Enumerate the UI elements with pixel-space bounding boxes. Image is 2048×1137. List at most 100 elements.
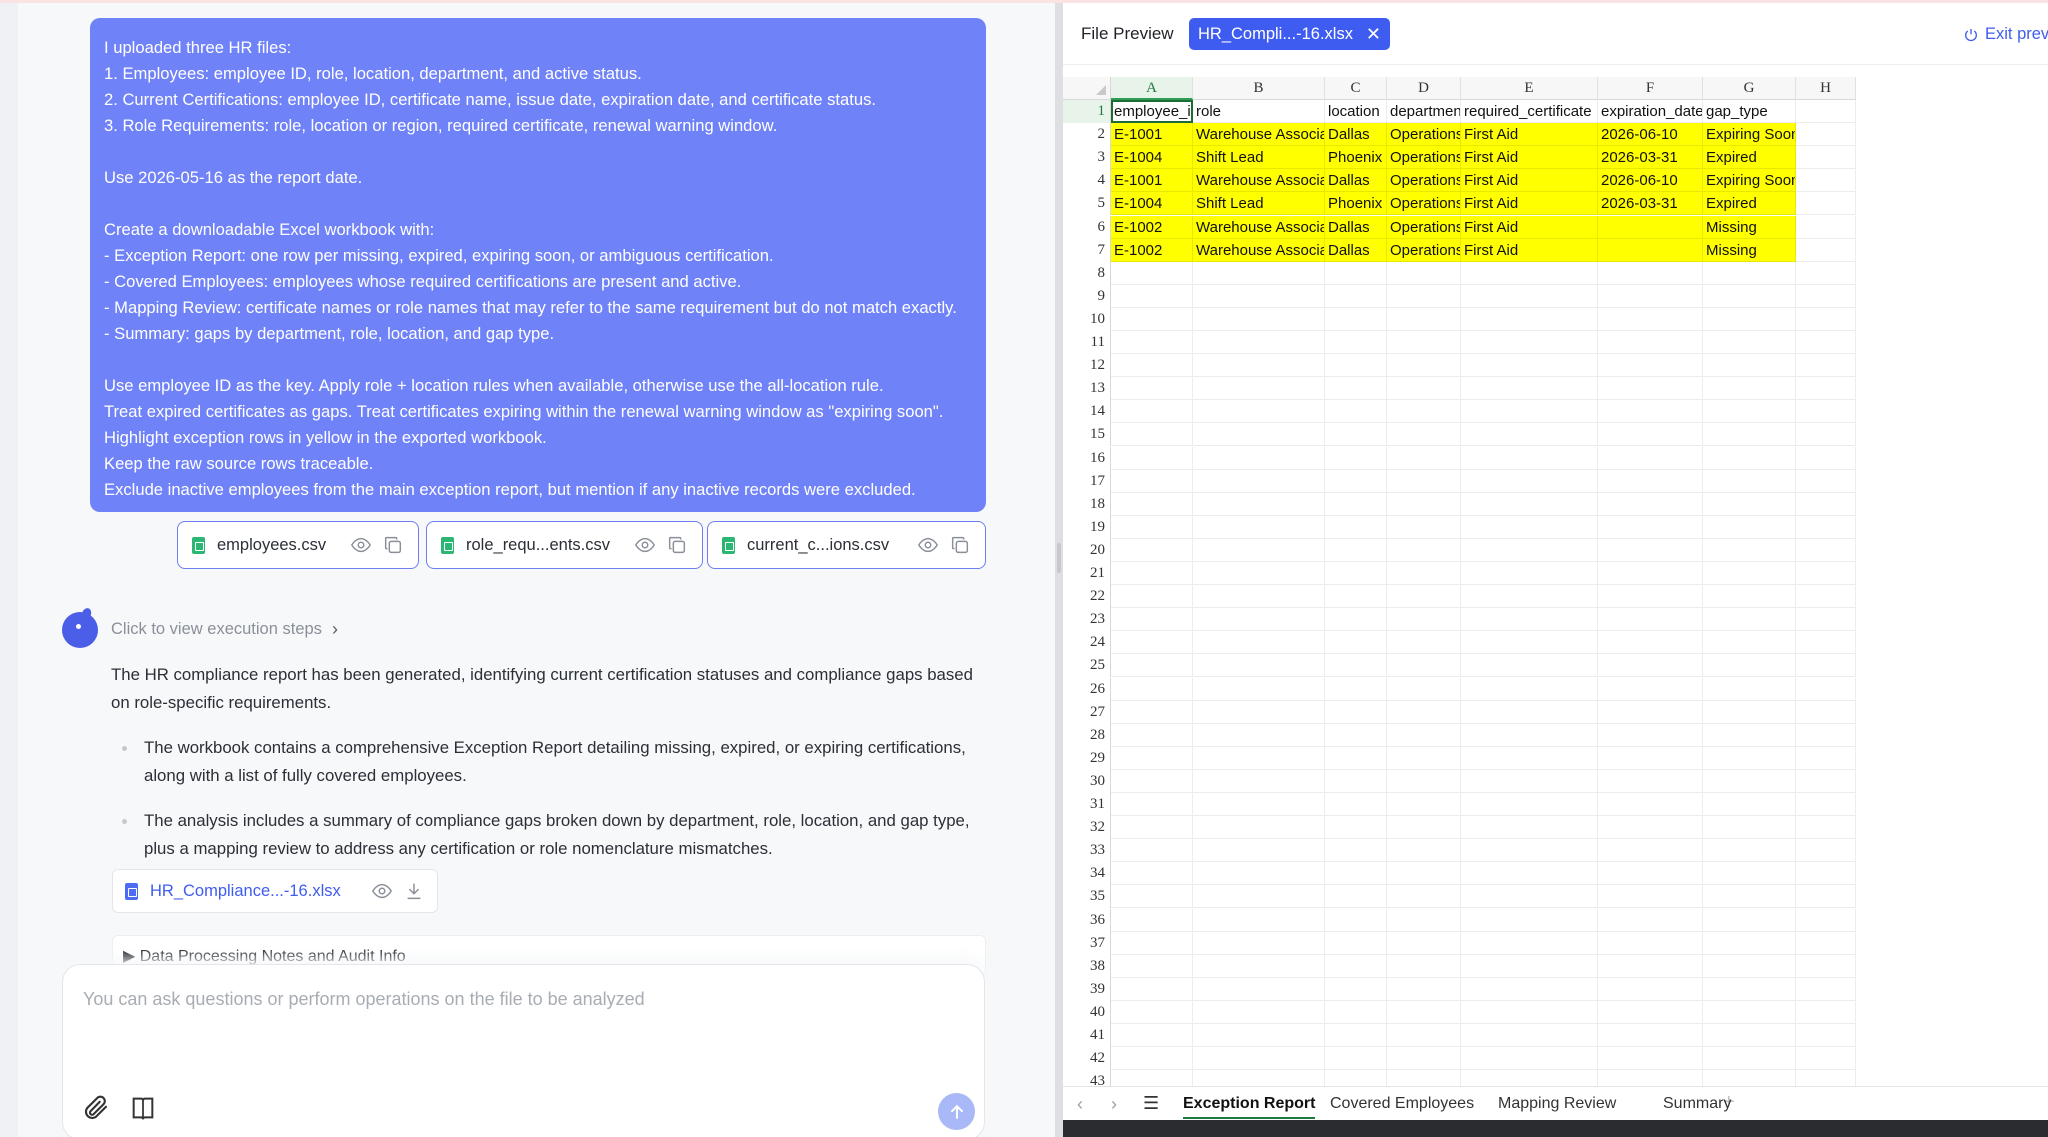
column-header[interactable]: A — [1111, 77, 1193, 100]
row-header[interactable]: 36 — [1063, 908, 1111, 932]
sheet-tab[interactable]: Covered Employees — [1330, 1095, 1474, 1113]
row-header[interactable]: 6 — [1063, 215, 1111, 239]
table-cell[interactable] — [1387, 446, 1461, 470]
table-cell[interactable] — [1325, 492, 1387, 516]
table-cell[interactable] — [1325, 885, 1387, 909]
header-cell[interactable] — [1796, 100, 1856, 124]
table-cell[interactable] — [1325, 400, 1387, 424]
table-cell[interactable]: First Aid — [1461, 146, 1598, 170]
composer-placeholder[interactable]: You can ask questions or perform operati… — [83, 989, 645, 1010]
row-header[interactable]: 29 — [1063, 746, 1111, 770]
table-cell[interactable] — [1461, 1070, 1598, 1086]
table-cell[interactable] — [1387, 1070, 1461, 1086]
table-cell[interactable] — [1461, 816, 1598, 840]
table-cell[interactable] — [1796, 954, 1856, 978]
table-cell[interactable] — [1193, 562, 1325, 586]
table-cell[interactable]: Expiring Soon — [1703, 123, 1796, 147]
table-cell[interactable] — [1598, 977, 1703, 1001]
table-cell[interactable] — [1703, 1070, 1796, 1086]
row-header[interactable]: 24 — [1063, 631, 1111, 655]
table-cell[interactable] — [1193, 608, 1325, 632]
table-cell[interactable] — [1703, 307, 1796, 331]
table-cell[interactable] — [1598, 816, 1703, 840]
table-cell[interactable] — [1111, 816, 1193, 840]
table-cell[interactable]: E-1002 — [1111, 215, 1193, 239]
table-cell[interactable] — [1387, 377, 1461, 401]
table-cell[interactable] — [1111, 469, 1193, 493]
table-cell[interactable] — [1193, 816, 1325, 840]
table-cell[interactable] — [1193, 862, 1325, 886]
column-header[interactable]: H — [1796, 77, 1856, 100]
table-cell[interactable] — [1111, 608, 1193, 632]
eye-icon[interactable] — [371, 880, 393, 902]
table-cell[interactable] — [1387, 423, 1461, 447]
table-cell[interactable] — [1387, 769, 1461, 793]
table-cell[interactable] — [1111, 931, 1193, 955]
table-cell[interactable] — [1325, 515, 1387, 539]
table-cell[interactable] — [1387, 654, 1461, 678]
table-cell[interactable] — [1796, 562, 1856, 586]
sheet-tab[interactable]: Exception Report — [1183, 1095, 1316, 1119]
table-cell[interactable] — [1461, 1024, 1598, 1048]
table-cell[interactable] — [1598, 862, 1703, 886]
table-cell[interactable] — [1461, 746, 1598, 770]
table-cell[interactable] — [1461, 769, 1598, 793]
table-cell[interactable] — [1796, 146, 1856, 170]
table-cell[interactable] — [1796, 169, 1856, 193]
row-header[interactable]: 31 — [1063, 793, 1111, 817]
table-cell[interactable] — [1703, 377, 1796, 401]
eye-icon[interactable] — [350, 534, 372, 556]
table-cell[interactable]: Warehouse Associate — [1193, 123, 1325, 147]
table-cell[interactable] — [1796, 123, 1856, 147]
table-cell[interactable] — [1325, 1070, 1387, 1086]
row-header[interactable]: 33 — [1063, 839, 1111, 863]
table-cell[interactable] — [1193, 538, 1325, 562]
table-cell[interactable]: E-1001 — [1111, 123, 1193, 147]
table-cell[interactable] — [1796, 538, 1856, 562]
table-cell[interactable] — [1387, 331, 1461, 355]
table-cell[interactable]: E-1004 — [1111, 146, 1193, 170]
table-cell[interactable] — [1193, 931, 1325, 955]
table-cell[interactable] — [1111, 885, 1193, 909]
table-cell[interactable] — [1387, 954, 1461, 978]
select-all-corner[interactable] — [1063, 77, 1111, 100]
eye-icon[interactable] — [634, 534, 656, 556]
table-cell[interactable] — [1325, 354, 1387, 378]
table-cell[interactable]: Warehouse Associate — [1193, 238, 1325, 262]
table-cell[interactable] — [1598, 284, 1703, 308]
table-cell[interactable] — [1796, 377, 1856, 401]
table-cell[interactable] — [1387, 515, 1461, 539]
attachment-chip-role-requirements[interactable]: role_requ...ents.csv — [426, 521, 703, 569]
row-header[interactable]: 4 — [1063, 169, 1111, 193]
table-cell[interactable] — [1703, 816, 1796, 840]
row-header[interactable]: 13 — [1063, 377, 1111, 401]
table-cell[interactable] — [1387, 793, 1461, 817]
table-cell[interactable] — [1703, 908, 1796, 932]
sheet-tab[interactable]: Summary — [1663, 1095, 1731, 1113]
table-cell[interactable] — [1598, 931, 1703, 955]
copy-icon[interactable] — [949, 534, 971, 556]
table-cell[interactable]: E-1004 — [1111, 192, 1193, 216]
table-cell[interactable] — [1111, 631, 1193, 655]
table-cell[interactable] — [1703, 1000, 1796, 1024]
book-icon[interactable] — [129, 1094, 157, 1122]
table-cell[interactable] — [1796, 931, 1856, 955]
table-cell[interactable] — [1703, 608, 1796, 632]
table-cell[interactable] — [1703, 469, 1796, 493]
table-cell[interactable] — [1796, 700, 1856, 724]
table-cell[interactable] — [1325, 469, 1387, 493]
table-cell[interactable] — [1703, 723, 1796, 747]
table-cell[interactable]: Phoenix — [1325, 192, 1387, 216]
table-cell[interactable]: 2026-03-31 — [1598, 192, 1703, 216]
table-cell[interactable] — [1598, 538, 1703, 562]
table-cell[interactable] — [1703, 862, 1796, 886]
table-cell[interactable] — [1193, 793, 1325, 817]
row-header[interactable]: 28 — [1063, 723, 1111, 747]
table-cell[interactable] — [1387, 307, 1461, 331]
table-cell[interactable] — [1703, 400, 1796, 424]
table-cell[interactable] — [1703, 446, 1796, 470]
table-cell[interactable] — [1387, 1000, 1461, 1024]
table-cell[interactable] — [1461, 793, 1598, 817]
table-cell[interactable] — [1796, 423, 1856, 447]
table-cell[interactable] — [1111, 307, 1193, 331]
